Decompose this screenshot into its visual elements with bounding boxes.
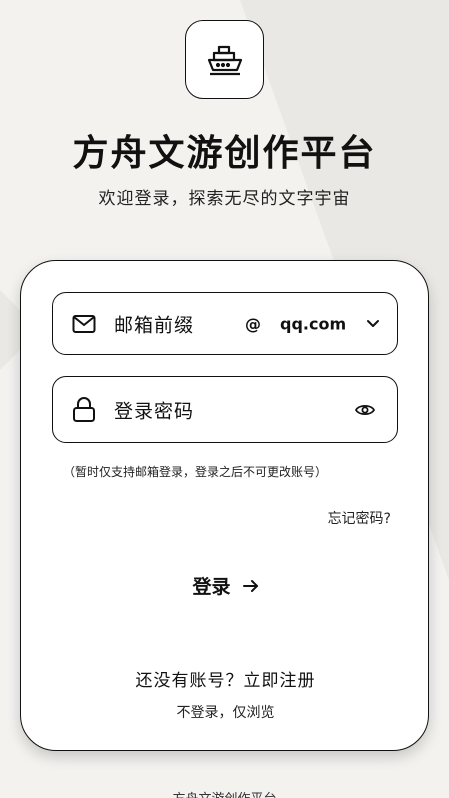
email-field[interactable]: 邮箱前缀 @ qq.com bbox=[52, 292, 398, 355]
email-domain-select[interactable]: qq.com bbox=[280, 314, 346, 333]
login-button-label: 登录 bbox=[192, 576, 231, 598]
login-note: （暂时仅支持邮箱登录，登录之后不可更改账号） bbox=[63, 465, 328, 479]
login-card: 邮箱前缀 @ qq.com 登录密码 （暂时仅支持邮箱登录，登录之后不可更改账号… bbox=[20, 260, 429, 751]
login-button[interactable]: 登录 bbox=[21, 572, 430, 599]
email-placeholder: 邮箱前缀 bbox=[114, 314, 195, 336]
app-logo bbox=[185, 20, 264, 99]
page-title: 方舟文游创作平台 bbox=[72, 133, 377, 174]
password-placeholder: 登录密码 bbox=[114, 400, 195, 422]
chevron-down-icon[interactable] bbox=[366, 319, 380, 329]
eye-icon[interactable] bbox=[355, 403, 375, 417]
email-at-sign: @ bbox=[245, 314, 261, 333]
ship-icon bbox=[207, 45, 242, 75]
page-subtitle: 欢迎登录，探索无尽的文字宇宙 bbox=[98, 189, 351, 209]
arrow-right-icon bbox=[242, 579, 258, 592]
mail-icon bbox=[72, 314, 96, 334]
forgot-password-link[interactable]: 忘记密码? bbox=[328, 508, 391, 528]
register-link[interactable]: 还没有账号？立即注册 bbox=[21, 666, 430, 691]
browse-link[interactable]: 不登录，仅浏览 bbox=[21, 702, 430, 722]
password-field[interactable]: 登录密码 bbox=[52, 376, 398, 443]
lock-icon bbox=[72, 396, 96, 423]
footer-text: 方舟文游创作平台 bbox=[0, 788, 449, 798]
